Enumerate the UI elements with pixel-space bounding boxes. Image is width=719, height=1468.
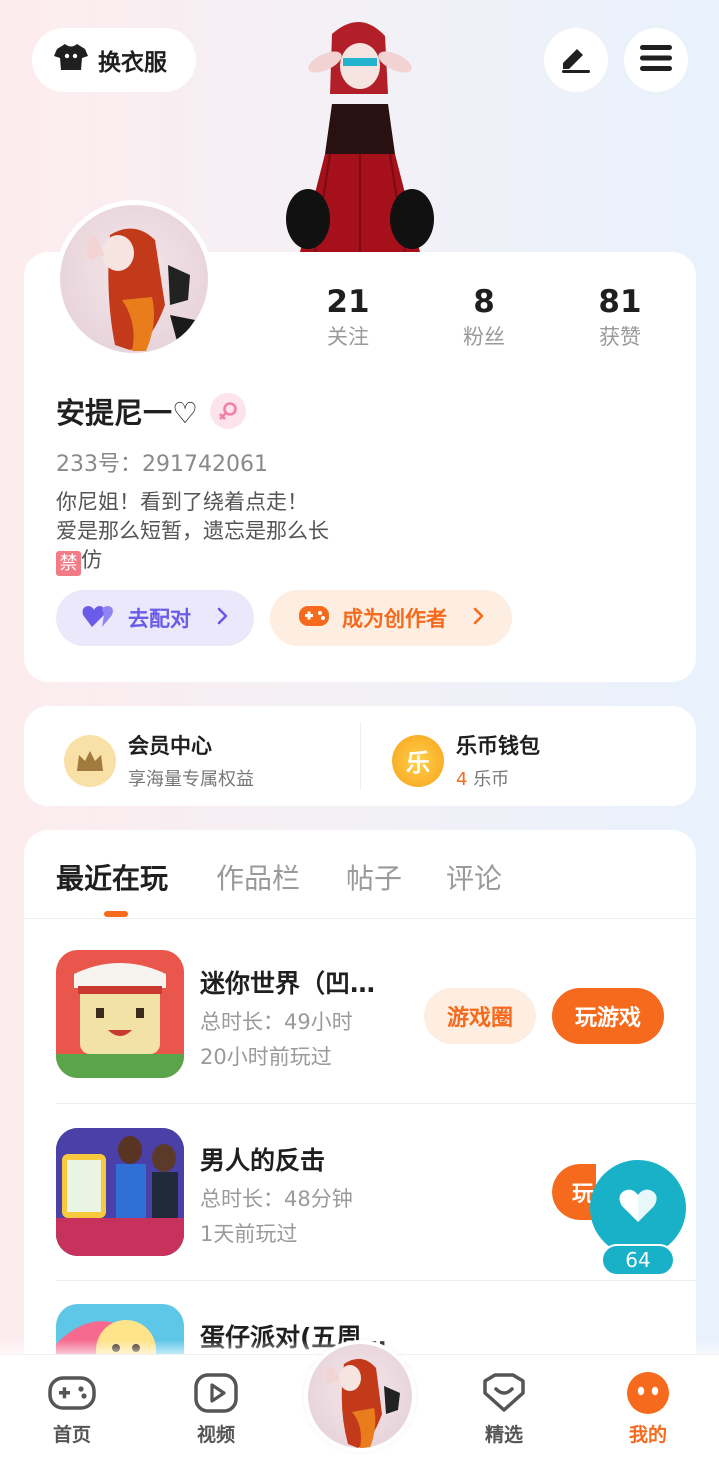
coin-icon-char: 乐 xyxy=(406,749,430,777)
nav-home-label: 首页 xyxy=(52,1424,91,1446)
ban-tag: 禁 xyxy=(56,551,81,576)
heart-icon xyxy=(618,1188,658,1228)
edit-profile-button[interactable] xyxy=(544,28,608,92)
stat-following[interactable]: 21 关注 xyxy=(288,282,408,352)
stat-likes-count: 81 xyxy=(598,284,642,320)
nav-home[interactable]: 首页 xyxy=(32,1372,112,1447)
tab-posts[interactable]: 帖子 xyxy=(346,857,402,897)
coin-wallet-entry[interactable]: 乐 乐币钱包 4 乐币 xyxy=(392,730,540,791)
play-game-button[interactable]: 玩游戏 xyxy=(552,988,664,1044)
nickname: 安提尼一♡ xyxy=(56,396,198,430)
bio-line-2: 爱是那么短暂，遗忘是那么长 xyxy=(56,519,329,543)
bio-line-3-text: 仿 xyxy=(81,548,102,572)
stat-following-label: 关注 xyxy=(327,325,369,349)
profile-avatar[interactable] xyxy=(55,200,213,358)
play-video-icon xyxy=(176,1372,256,1414)
active-tab-indicator xyxy=(104,911,128,917)
gamepad-icon xyxy=(298,603,330,634)
stat-following-count: 21 xyxy=(326,284,370,320)
tab-works[interactable]: 作品栏 xyxy=(216,857,300,897)
coin-wallet-unit: 乐币 xyxy=(473,769,510,790)
game-playtime: 总时长：48分钟 xyxy=(200,1187,353,1211)
like-float-button[interactable] xyxy=(590,1160,686,1256)
game-circle-wrap: 游戏圈 xyxy=(424,988,536,1044)
stat-fans[interactable]: 8 粉丝 xyxy=(424,282,544,352)
vip-center-title: 会员中心 xyxy=(128,734,212,758)
tab-divider xyxy=(24,918,696,919)
heart-badge-icon xyxy=(464,1372,544,1414)
vip-center-subtitle: 享海量专属权益 xyxy=(128,769,254,790)
coin-wallet-title: 乐币钱包 xyxy=(456,734,540,758)
vip-center-entry[interactable]: 会员中心 享海量专属权益 xyxy=(64,730,254,791)
game-last-played: 1天前玩过 xyxy=(200,1222,298,1246)
stat-likes-label: 获赞 xyxy=(599,325,641,349)
menu-button[interactable] xyxy=(624,28,688,92)
change-outfit-label: 换衣服 xyxy=(98,50,167,76)
game-icon-mans-counterattack[interactable] xyxy=(56,1128,184,1256)
stat-fans-count: 8 xyxy=(473,284,495,320)
chevron-right-icon xyxy=(473,606,485,630)
change-outfit-button[interactable]: 换衣服 xyxy=(32,28,196,92)
bio-line-3: 禁仿 xyxy=(56,546,329,576)
nav-video[interactable]: 视频 xyxy=(176,1372,256,1447)
pen-icon xyxy=(559,43,593,77)
stat-likes[interactable]: 81 获赞 xyxy=(560,282,680,352)
game-playtime: 总时长：49小时 xyxy=(200,1010,353,1034)
become-creator-label: 成为创作者 xyxy=(342,607,447,631)
nickname-row: 安提尼一♡ xyxy=(56,390,246,432)
bio: 你尼姐！看到了绕着点走！ 爱是那么短暂，遗忘是那么长 禁仿 xyxy=(56,488,329,576)
play-game-wrap: 玩游戏 xyxy=(552,988,664,1044)
coin-wallet-balance: 4 乐币 xyxy=(456,765,540,791)
avatar-3d-figure[interactable] xyxy=(270,14,450,254)
row-divider xyxy=(56,1103,696,1104)
nav-featured[interactable]: 精选 xyxy=(464,1372,544,1447)
member-divider xyxy=(360,722,361,790)
game-last-played: 20小时前玩过 xyxy=(200,1045,332,1069)
mine-face-icon xyxy=(608,1372,688,1414)
crown-icon xyxy=(64,734,116,787)
tshirt-icon xyxy=(54,42,88,78)
female-gender-icon xyxy=(210,393,246,429)
coin-wallet-amount: 4 xyxy=(456,769,468,790)
game-icon-mini-world[interactable] xyxy=(56,950,184,1078)
coin-icon: 乐 xyxy=(392,734,444,787)
tab-comments[interactable]: 评论 xyxy=(446,857,502,897)
tab-recent-play[interactable]: 最近在玩 xyxy=(56,857,168,897)
stat-fans-label: 粉丝 xyxy=(463,325,505,349)
nav-mine-label: 我的 xyxy=(628,1424,667,1446)
user-id: 233号：291742061 xyxy=(56,452,268,477)
bio-line-1: 你尼姐！看到了绕着点走！ xyxy=(56,490,308,514)
nav-video-label: 视频 xyxy=(196,1424,235,1446)
game-name[interactable]: 男人的反击 xyxy=(200,1141,410,1177)
like-count: 64 xyxy=(601,1244,675,1276)
nav-center-avatar[interactable] xyxy=(304,1340,416,1452)
pair-label: 去配对 xyxy=(128,607,191,631)
game-name[interactable]: 迷你世界（凹… xyxy=(200,964,410,1000)
row-divider xyxy=(56,1280,696,1281)
chevron-right-icon xyxy=(217,606,229,630)
nav-mine[interactable]: 我的 xyxy=(608,1372,688,1447)
nav-featured-label: 精选 xyxy=(484,1424,523,1446)
pair-button[interactable]: 去配对 xyxy=(56,590,254,646)
gamepad-icon xyxy=(32,1372,112,1414)
double-heart-icon xyxy=(82,603,116,634)
hamburger-menu-icon xyxy=(640,45,672,75)
become-creator-button[interactable]: 成为创作者 xyxy=(270,590,512,646)
game-circle-button[interactable]: 游戏圈 xyxy=(424,988,536,1044)
